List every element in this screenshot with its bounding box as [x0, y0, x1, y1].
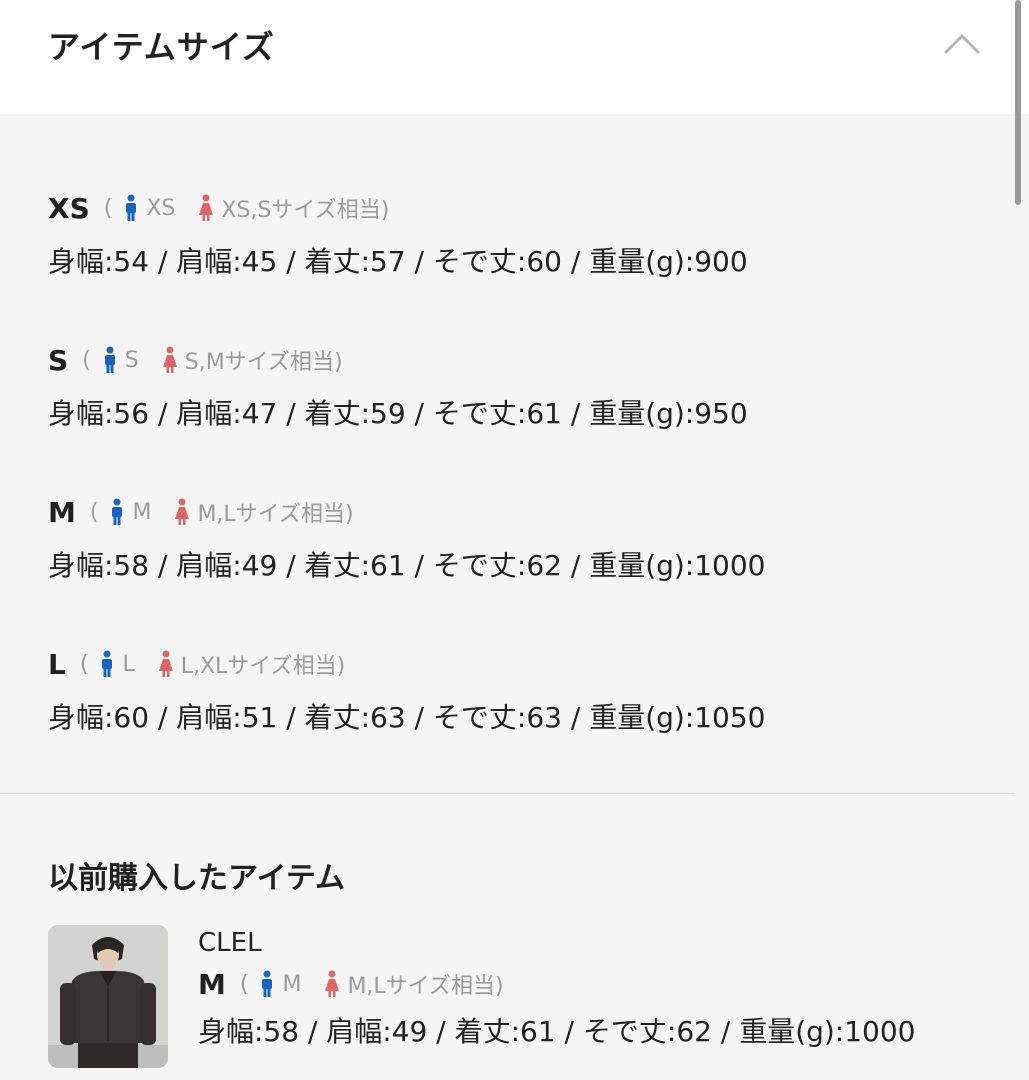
paren-open: ( [79, 651, 89, 677]
male-fit: L [122, 651, 135, 677]
product-thumbnail[interactable] [48, 925, 168, 1068]
male-icon [104, 346, 115, 373]
measurements: 身幅:60 / 肩幅:51 / 着丈:63 / そで丈:63 / 重量(g):1… [48, 701, 766, 734]
female-icon [158, 650, 173, 677]
measurements: 身幅:56 / 肩幅:47 / 着丈:59 / そで丈:61 / 重量(g):9… [48, 397, 748, 430]
male-icon [102, 650, 113, 677]
collapse-button[interactable] [938, 26, 986, 58]
paren-open: ( [82, 347, 91, 373]
female-icon [199, 194, 214, 221]
size-name: M [48, 495, 76, 529]
size-entry: M ( M M,Lサイズ相当) 身幅:58 / 肩幅:49 / 着丈:61 / … [48, 494, 766, 584]
female-icon [325, 970, 340, 997]
female-fit: L,XLサイズ相当) [180, 654, 346, 679]
male-icon [112, 498, 123, 525]
size-name: XS [48, 191, 90, 225]
paren-open: ( [89, 499, 99, 525]
paren-open: ( [103, 195, 113, 221]
female-fit: S,Mサイズ相当) [184, 350, 343, 375]
size-entry: S ( S S,Mサイズ相当) 身幅:56 / 肩幅:47 / 着丈:59 / … [48, 342, 748, 432]
size-name: S [48, 343, 69, 377]
male-icon [126, 194, 137, 221]
male-fit: M [132, 499, 152, 525]
purchased-item-info: CLEL M ( M M,Lサイズ相当) 身幅:58 / 肩幅:49 / 着丈:… [198, 928, 916, 1050]
female-fit: M,Lサイズ相当) [347, 974, 504, 999]
section-title: アイテムサイズ [48, 28, 275, 66]
chevron-up-icon [944, 34, 980, 54]
male-icon [262, 970, 273, 997]
product-photo [48, 925, 168, 1068]
female-fit: XS,Sサイズ相当) [221, 198, 390, 223]
measurements: 身幅:54 / 肩幅:45 / 着丈:57 / そで丈:60 / 重量(g):9… [48, 245, 748, 278]
scrollbar[interactable] [1015, 0, 1021, 205]
size-entry: XS ( XS XS,Sサイズ相当) 身幅:54 / 肩幅:45 / 着丈:57… [48, 190, 748, 280]
size-name: L [48, 647, 66, 681]
paren-open: ( [239, 971, 249, 997]
item-size-header[interactable]: アイテムサイズ [0, 0, 1029, 114]
measurements: 身幅:58 / 肩幅:49 / 着丈:61 / そで丈:62 / 重量(g):1… [198, 1015, 916, 1048]
female-fit: M,Lサイズ相当) [197, 502, 354, 527]
measurements: 身幅:58 / 肩幅:49 / 着丈:61 / そで丈:62 / 重量(g):1… [48, 549, 766, 582]
size-name: M [198, 967, 226, 1001]
section-divider [0, 793, 1015, 794]
female-icon [162, 346, 177, 373]
male-fit: M [282, 971, 302, 997]
male-fit: S [124, 347, 139, 373]
size-entry: L ( L L,XLサイズ相当) 身幅:60 / 肩幅:51 / 着丈:63 /… [48, 646, 766, 736]
brand-name: CLEL [198, 928, 262, 958]
purchased-items-title: 以前購入したアイテム [48, 861, 345, 896]
female-icon [175, 498, 190, 525]
male-fit: XS [146, 195, 176, 221]
